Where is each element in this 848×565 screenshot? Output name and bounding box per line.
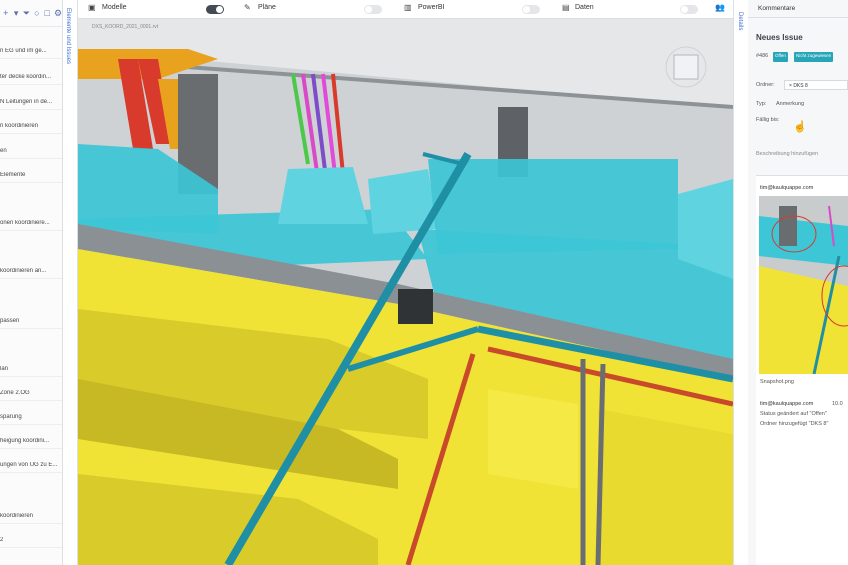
- tab-label: Details: [737, 12, 743, 31]
- list-item[interactable]: koordinieren: [0, 513, 62, 524]
- tab-label: Elemente und Issues: [65, 8, 71, 65]
- model-file-label: DXS_KOORD_2021_0001.rvt: [92, 24, 159, 30]
- tab-daten[interactable]: Daten: [575, 4, 594, 11]
- tab-powerbi[interactable]: PowerBI: [418, 4, 444, 11]
- issue-number: #486: [756, 53, 769, 59]
- type-label: Typ:: [756, 101, 767, 107]
- activity-author: tim@kaulquappe.com: [760, 401, 814, 407]
- list-item[interactable]: N Leitungen in de...: [0, 99, 62, 110]
- description-input[interactable]: Beschreibung hinzufügen: [756, 151, 818, 157]
- powerbi-toggle[interactable]: [522, 5, 540, 14]
- circle-icon[interactable]: ○: [33, 8, 40, 18]
- panel-title: Kommentare: [748, 0, 848, 18]
- funnel-icon[interactable]: ⏷: [23, 8, 30, 19]
- plaene-toggle[interactable]: [364, 5, 382, 14]
- tab-elements-and-issues[interactable]: Elemente und Issues: [63, 0, 78, 565]
- list-item[interactable]: passen: [0, 318, 62, 329]
- list-item[interactable]: ungen von UG zu E...: [0, 462, 62, 473]
- sidebar-toolbar: + ▾ ⏷ ○ □ ⚙: [0, 0, 62, 27]
- list-item[interactable]: en: [0, 148, 62, 159]
- status-badge[interactable]: Offen: [773, 52, 788, 62]
- type-value[interactable]: Anmerkung: [776, 101, 804, 107]
- plans-icon: ✎: [244, 3, 251, 12]
- activity-time: 10.0: [832, 401, 843, 407]
- viewer-topbar: ▣ Modelle ✎ Pläne ▥ PowerBI ▤ Daten 👥: [78, 0, 733, 19]
- table-icon: ▤: [562, 3, 570, 12]
- activity-folder: Ordner hinzugefügt "DKS 8": [760, 421, 829, 427]
- mouse-cursor-icon: ☝: [793, 121, 807, 133]
- tab-details[interactable]: Details: [733, 0, 749, 565]
- due-label: Fällig bis:: [756, 117, 780, 123]
- tab-plaene[interactable]: Pläne: [258, 4, 276, 11]
- list-item[interactable]: heigung koordini...: [0, 438, 62, 449]
- list-item[interactable]: n EG und im ge...: [0, 48, 62, 59]
- plus-icon[interactable]: +: [2, 8, 9, 18]
- cube-icon: ▣: [88, 3, 96, 12]
- comment-author: tim@kaulquappe.com: [760, 185, 814, 191]
- issue-title[interactable]: Neues Issue: [756, 33, 803, 42]
- list-item[interactable]: ter decke koordin...: [0, 74, 62, 85]
- list-item[interactable]: onen koordiniere...: [0, 220, 62, 231]
- users-icon[interactable]: 👥: [715, 3, 725, 12]
- folder-field[interactable]: × DKS 8: [784, 80, 848, 90]
- comments-panel: Kommentare Neues Issue #486 Offen Nicht …: [748, 0, 848, 565]
- folder-value: DKS 8: [793, 83, 808, 89]
- tab-modelle[interactable]: Modelle: [102, 4, 127, 11]
- filter-icon[interactable]: ▾: [12, 8, 19, 19]
- folder-label: Ordner:: [756, 82, 775, 88]
- model-viewport[interactable]: DXS_KOORD_2021_0001.rvt: [78, 19, 733, 565]
- bim-scene: [78, 19, 733, 565]
- issue-list-sidebar: + ▾ ⏷ ○ □ ⚙ n EG und im ge... ter decke k…: [0, 0, 63, 565]
- chart-icon: ▥: [404, 3, 412, 12]
- daten-toggle[interactable]: [680, 5, 698, 14]
- list-item[interactable]: sparung: [0, 414, 62, 425]
- modelle-toggle[interactable]: [206, 5, 224, 14]
- snapshot-thumbnail[interactable]: [759, 196, 848, 374]
- list-item[interactable]: 2: [0, 537, 62, 548]
- list-item[interactable]: lan: [0, 366, 62, 377]
- list-item[interactable]: Zone 2.OG: [0, 390, 62, 401]
- activity-status: Status geändert auf "Offen": [760, 411, 827, 417]
- attachment-name[interactable]: Snapshot.png: [760, 379, 794, 385]
- assignee-badge[interactable]: Nicht zugewiesen: [794, 52, 834, 62]
- list-item[interactable]: n koordinieren: [0, 123, 62, 134]
- square-icon[interactable]: □: [44, 8, 51, 18]
- list-item[interactable]: koordinieren an...: [0, 268, 62, 279]
- list-item[interactable]: Elemente: [0, 172, 62, 183]
- gear-icon[interactable]: ⚙: [54, 8, 62, 19]
